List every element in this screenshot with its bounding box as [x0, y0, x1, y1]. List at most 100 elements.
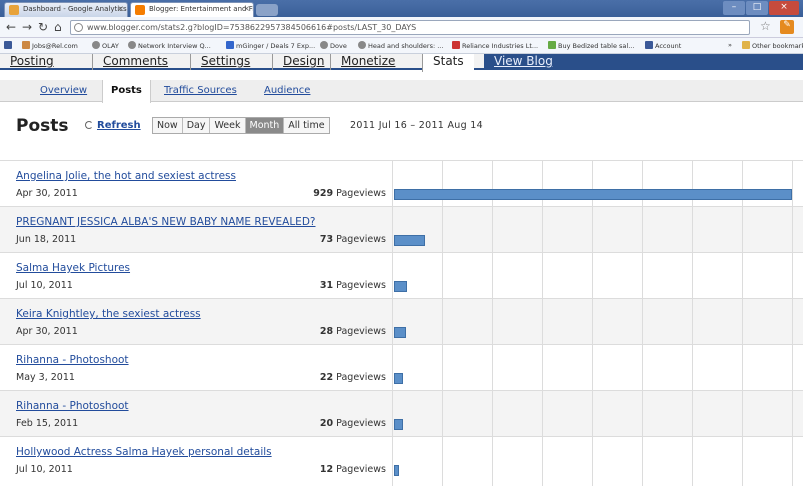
post-title-link[interactable]: Rihanna - Photoshoot — [16, 354, 129, 366]
back-icon[interactable]: ← — [6, 20, 16, 34]
nav-design[interactable]: Design — [272, 54, 334, 70]
pageview-unit: Pageviews — [336, 280, 386, 291]
maximize-icon[interactable]: □ — [746, 1, 768, 15]
facebook-bookmark-icon[interactable] — [4, 41, 14, 50]
pageviews-bar-column — [392, 160, 803, 486]
pageviews-bar — [394, 189, 792, 200]
post-pageviews: 20 Pageviews — [320, 418, 386, 429]
post-title-link[interactable]: Salma Hayek Pictures — [16, 262, 130, 274]
blogger-nav: Posting Comments Settings Design Monetiz… — [0, 54, 803, 72]
refresh-button[interactable]: Refresh — [85, 120, 141, 131]
pageview-count: 20 — [319, 418, 334, 429]
nav-stats[interactable]: Stats — [422, 54, 474, 72]
analytics-favicon-icon — [9, 5, 19, 15]
blogger-favicon-icon — [135, 5, 145, 15]
post-pageviews: 31 Pageviews — [320, 280, 386, 291]
pageview-unit: Pageviews — [336, 326, 386, 337]
minimize-icon[interactable]: – — [723, 1, 745, 15]
post-date: Apr 30, 2011 — [16, 326, 78, 337]
bookmark-star-icon[interactable]: ☆ — [760, 19, 771, 33]
tab-overview[interactable]: Overview — [32, 80, 95, 102]
post-pageviews: 12 Pageviews — [320, 464, 386, 475]
pageview-count: 22 — [319, 372, 334, 383]
grid-line — [442, 160, 443, 486]
nav-settings[interactable]: Settings — [190, 54, 260, 70]
bookmark-item[interactable]: OLAY — [92, 41, 119, 50]
pageview-count: 929 — [313, 188, 334, 199]
tab-traffic-sources[interactable]: Traffic Sources — [156, 80, 245, 102]
browser-tab-strip: Dashboard - Google Analytics × Blogger: … — [0, 0, 803, 17]
post-pageviews: 22 Pageviews — [320, 372, 386, 383]
pageview-unit: Pageviews — [336, 464, 386, 475]
tab-posts[interactable]: Posts — [102, 80, 151, 103]
new-tab-button[interactable] — [256, 4, 278, 16]
post-date: Apr 30, 2011 — [16, 188, 78, 199]
grid-line — [492, 160, 493, 486]
grid-line — [792, 160, 793, 486]
window-controls: – □ × — [723, 1, 799, 15]
bookmark-item[interactable]: Head and shoulders: ... — [358, 41, 443, 50]
post-date: May 3, 2011 — [16, 372, 75, 383]
pageview-count: 73 — [319, 234, 334, 245]
nav-comments[interactable]: Comments — [92, 54, 178, 70]
grid-line — [642, 160, 643, 486]
forward-icon[interactable]: → — [22, 20, 32, 34]
pageviews-bar — [394, 235, 425, 246]
bookmark-item[interactable]: Account — [645, 41, 681, 50]
pageview-count: 28 — [319, 326, 334, 337]
nav-posting[interactable]: Posting — [0, 54, 64, 70]
post-date: Jul 10, 2011 — [16, 280, 73, 291]
nav-monetize[interactable]: Monetize — [330, 54, 405, 70]
post-date: Jul 10, 2011 — [16, 464, 73, 475]
tab-audience[interactable]: Audience — [256, 80, 318, 102]
pageviews-bar — [394, 281, 407, 292]
bookmark-item[interactable]: mGinger / Deals 7 Exp... — [226, 41, 315, 50]
home-icon[interactable]: ⌂ — [54, 20, 62, 34]
close-window-icon[interactable]: × — [769, 1, 799, 15]
browser-tab-blogger[interactable]: Blogger: Entertainment and Fi × — [130, 2, 254, 17]
post-title-link[interactable]: Hollywood Actress Salma Hayek personal d… — [16, 446, 272, 458]
bookmark-item[interactable]: Network Interview Q... — [128, 41, 211, 50]
grid-line — [392, 160, 393, 486]
bookmark-item[interactable]: Reliance Industries Lt... — [452, 41, 538, 50]
pageviews-bar — [394, 373, 403, 384]
nav-view-blog[interactable]: View Blog — [484, 54, 803, 70]
bookmark-item[interactable]: Buy Bedized table sal... — [548, 41, 634, 50]
post-title-link[interactable]: PREGNANT JESSICA ALBA'S NEW BABY NAME RE… — [16, 216, 315, 228]
page-title: Posts — [16, 116, 69, 136]
pageview-unit: Pageviews — [336, 188, 386, 199]
address-toolbar: ← → ↻ ⌂ www.blogger.com/stats2.g?blogID=… — [0, 17, 803, 38]
pageviews-bar — [394, 419, 403, 430]
grid-line — [742, 160, 743, 486]
pageview-unit: Pageviews — [336, 234, 386, 245]
close-tab-icon[interactable]: × — [243, 4, 250, 13]
bookmark-item[interactable]: Dove — [320, 41, 347, 50]
range-day-button[interactable]: Day — [182, 118, 211, 133]
post-pageviews: 73 Pageviews — [320, 234, 386, 245]
post-title-link[interactable]: Angelina Jolie, the hot and sexiest actr… — [16, 170, 236, 182]
wrench-menu-icon[interactable]: ✎ — [780, 20, 794, 34]
browser-tab-analytics[interactable]: Dashboard - Google Analytics × — [4, 2, 128, 17]
pageview-count: 12 — [319, 464, 334, 475]
range-month-button[interactable]: Month — [245, 118, 285, 133]
pageviews-bar — [394, 465, 399, 476]
post-title-link[interactable]: Rihanna - Photoshoot — [16, 400, 129, 412]
refresh-icon — [85, 121, 93, 129]
pageview-count: 31 — [319, 280, 334, 291]
time-range-selector: Now Day Week Month All time — [152, 117, 330, 134]
chevron-right-icon[interactable]: » — [728, 41, 732, 49]
range-alltime-button[interactable]: All time — [284, 118, 329, 133]
bookmark-folder-other[interactable]: Other bookmarks — [742, 41, 803, 50]
post-pageviews: 28 Pageviews — [320, 326, 386, 337]
bookmark-item[interactable]: Jobs@Rel.com — [22, 41, 78, 50]
range-now-button[interactable]: Now — [153, 118, 183, 133]
reload-icon[interactable]: ↻ — [38, 20, 48, 34]
range-week-button[interactable]: Week — [210, 118, 246, 133]
pageview-unit: Pageviews — [336, 418, 386, 429]
url-input[interactable]: www.blogger.com/stats2.g?blogID=75386229… — [70, 20, 750, 35]
post-title-link[interactable]: Keira Knightley, the sexiest actress — [16, 308, 201, 320]
post-date: Feb 15, 2011 — [16, 418, 79, 429]
close-tab-icon[interactable]: × — [117, 4, 124, 13]
grid-line — [542, 160, 543, 486]
grid-line — [692, 160, 693, 486]
